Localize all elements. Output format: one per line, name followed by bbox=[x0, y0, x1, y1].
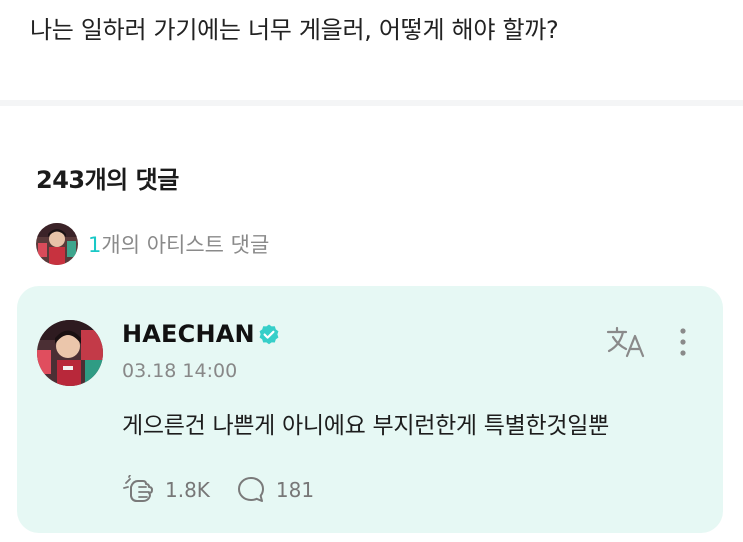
artist-avatar bbox=[36, 223, 78, 265]
artist-comments-label: 1개의 아티스트 댓글 bbox=[88, 229, 269, 259]
artist-comments-count: 1 bbox=[88, 233, 102, 257]
like-button[interactable]: 1.8K bbox=[121, 475, 210, 505]
artist-comments-filter[interactable]: 1개의 아티스트 댓글 bbox=[36, 222, 269, 266]
reply-button[interactable]: 181 bbox=[236, 475, 314, 505]
section-divider bbox=[0, 100, 743, 106]
more-options-button[interactable] bbox=[675, 323, 691, 361]
post-text: 나는 일하러 가기에는 너무 게을러, 어떻게 해야 할까? bbox=[30, 16, 559, 44]
comments-count-heading: 243개의 댓글 bbox=[36, 166, 179, 194]
verified-badge-icon bbox=[259, 324, 279, 345]
more-vertical-icon bbox=[680, 328, 686, 356]
artist-comment-card: HAECHAN 03.18 14:00 게으른건 나쁜게 아니에요 부지런한게 … bbox=[17, 286, 723, 533]
translate-icon bbox=[606, 326, 645, 358]
artist-comments-label-text: 개의 아티스트 댓글 bbox=[101, 233, 270, 257]
author-name[interactable]: HAECHAN bbox=[122, 320, 255, 348]
comment-timestamp: 03.18 14:00 bbox=[122, 360, 238, 382]
comment-actions: 1.8K 181 bbox=[121, 474, 314, 506]
comment-body: 게으른건 나쁜게 아니에요 부지런한게 특별한것일뿐 bbox=[122, 413, 609, 439]
cheer-hand-icon bbox=[123, 475, 153, 502]
speech-bubble-icon bbox=[237, 477, 264, 502]
like-count: 1.8K bbox=[165, 478, 210, 502]
author-avatar[interactable] bbox=[37, 320, 103, 386]
translate-button[interactable] bbox=[605, 323, 649, 361]
reply-count: 181 bbox=[275, 478, 315, 502]
